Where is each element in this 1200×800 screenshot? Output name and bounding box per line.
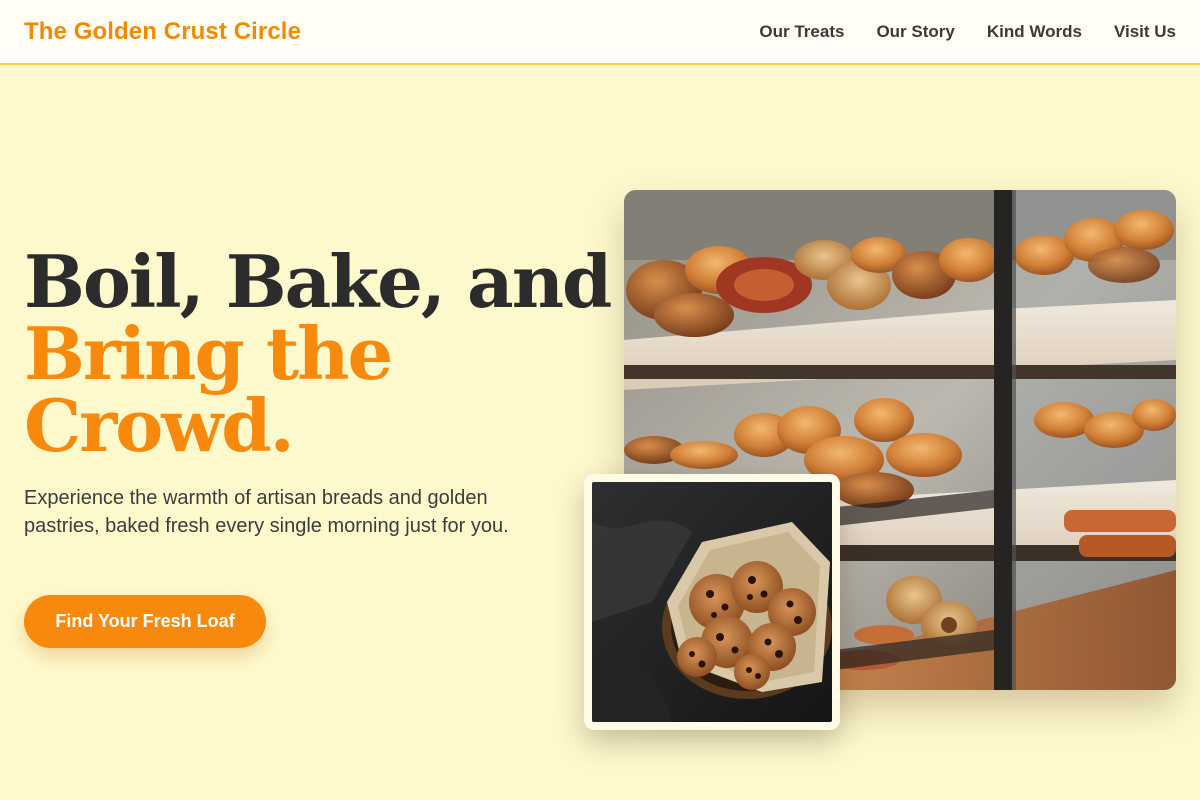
cookies-photo-frame [584,474,840,730]
nav-link-our-treats[interactable]: Our Treats [759,22,844,42]
hero-title-line-1: Boil, Bake, and [24,239,612,324]
hero-title: Boil, Bake, and Bring the Crowd. [24,239,612,468]
nav-link-kind-words[interactable]: Kind Words [987,22,1082,42]
nav-link-visit-us[interactable]: Visit Us [1114,22,1176,42]
find-fresh-loaf-button[interactable]: Find Your Fresh Loaf [24,595,266,648]
brand-logo-text[interactable]: The Golden Crust Circle [24,18,301,46]
nav-link-our-story[interactable]: Our Story [876,22,954,42]
main-nav: Our Treats Our Story Kind Words Visit Us [759,22,1176,42]
hero-title-line-3: Crowd. [24,383,295,468]
cookies-basket-photo [592,482,832,722]
hero-title-line-2: Bring the [24,311,393,396]
hero-subtitle: Experience the warmth of artisan breads … [24,487,509,537]
site-header: The Golden Crust Circle Our Treats Our S… [0,0,1200,65]
